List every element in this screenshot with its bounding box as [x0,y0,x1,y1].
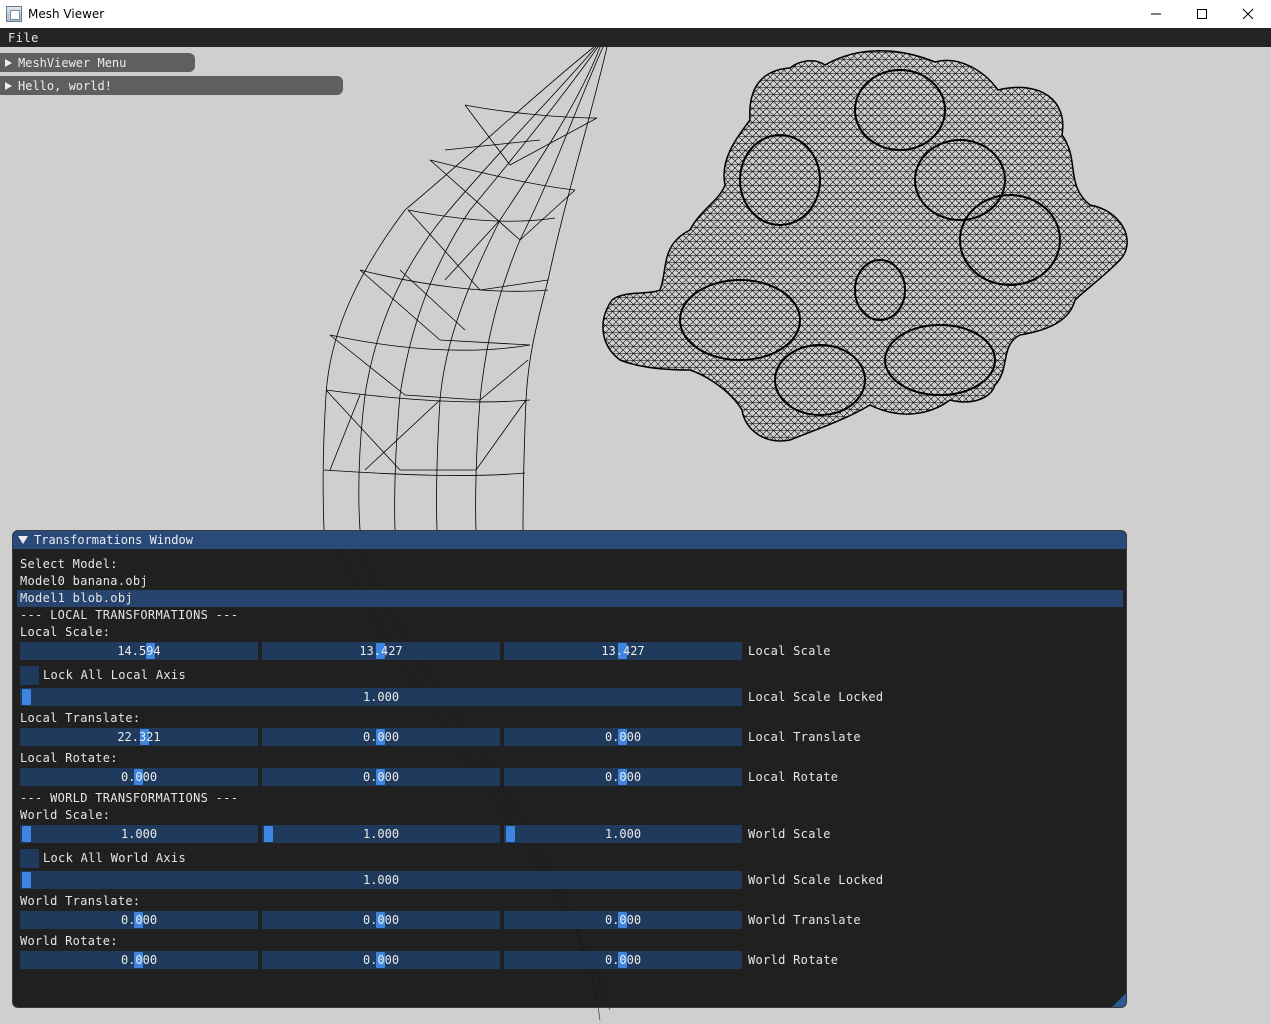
slider-grab[interactable] [22,872,31,888]
maximize-icon [1197,9,1207,19]
local-translate-label: Local Translate: [20,711,141,725]
lock-world-axis-label: Lock All World Axis [43,851,186,865]
app-icon [6,6,22,22]
world-translate-slider-label: World Translate [748,913,861,927]
world-rotate-z-slider[interactable]: 0.000 [504,951,742,969]
local-scale-label: Local Scale: [20,625,111,639]
resize-grip[interactable] [1112,993,1126,1007]
window-controls [1133,0,1271,28]
hello-world-window[interactable]: Hello, world! [0,76,343,95]
minimize-icon [1151,13,1161,15]
meshviewer-menu-title: MeshViewer Menu [18,55,127,70]
slider-grab[interactable] [506,826,515,842]
world-rotate-slider-label: World Rotate [748,953,839,967]
close-button[interactable] [1225,0,1271,28]
local-translate-y-slider[interactable]: 0.000 [262,728,500,746]
world-translate-z-slider[interactable]: 0.000 [504,911,742,929]
select-model-label: Select Model: [20,557,118,571]
close-icon [1242,8,1254,20]
local-scale-locked-slider[interactable]: 1.000 [20,688,742,706]
local-rotate-slider-label: Local Rotate [748,770,839,784]
meshviewer-menu-window[interactable]: MeshViewer Menu [0,53,195,72]
transformations-window: Transformations Window Select Model: Mod… [12,530,1127,1008]
slider-grab[interactable] [264,826,273,842]
local-rotate-z-slider[interactable]: 0.000 [504,768,742,786]
local-rotate-y-slider[interactable]: 0.000 [262,768,500,786]
local-transformations-header: --- LOCAL TRANSFORMATIONS --- [20,608,239,622]
slider-grab[interactable] [22,826,31,842]
model-list-item[interactable]: Model1 blob.obj [20,591,133,605]
window-title: Mesh Viewer [28,7,105,21]
expand-arrow-icon [5,58,12,67]
local-translate-slider-label: Local Translate [748,730,861,744]
world-scale-locked-label: World Scale Locked [748,873,884,887]
local-scale-x-slider[interactable]: 14.594 [20,642,258,660]
world-translate-label: World Translate: [20,894,141,908]
world-scale-x-slider[interactable]: 1.000 [20,825,258,843]
lock-local-axis-label: Lock All Local Axis [43,668,186,682]
lock-local-axis-checkbox[interactable] [20,666,39,685]
menu-file[interactable]: File [0,31,47,45]
local-scale-y-slider[interactable]: 13.427 [262,642,500,660]
world-scale-z-slider[interactable]: 1.000 [504,825,742,843]
collapse-arrow-icon[interactable] [18,536,28,544]
local-scale-locked-label: Local Scale Locked [748,690,884,704]
world-scale-slider-label: World Scale [748,827,831,841]
local-rotate-x-slider[interactable]: 0.000 [20,768,258,786]
world-translate-x-slider[interactable]: 0.000 [20,911,258,929]
blob-mesh [602,50,1128,442]
transformations-title: Transformations Window [34,533,193,547]
world-rotate-y-slider[interactable]: 0.000 [262,951,500,969]
world-transformations-header: --- WORLD TRANSFORMATIONS --- [20,791,239,805]
slider-grab[interactable] [22,689,31,705]
hello-world-title: Hello, world! [18,78,112,93]
local-translate-x-slider[interactable]: 22.321 [20,728,258,746]
world-rotate-label: World Rotate: [20,934,118,948]
world-translate-y-slider[interactable]: 0.000 [262,911,500,929]
world-rotate-x-slider[interactable]: 0.000 [20,951,258,969]
model-list-item-selected[interactable] [17,590,1123,607]
model-list-item[interactable]: Model0 banana.obj [20,574,148,588]
world-scale-label: World Scale: [20,808,111,822]
main-menu-bar: File [0,28,1271,47]
expand-arrow-icon [5,81,12,90]
local-scale-z-slider[interactable]: 13.427 [504,642,742,660]
transformations-title-bar[interactable]: Transformations Window [13,531,1126,549]
world-scale-locked-slider[interactable]: 1.000 [20,871,742,889]
world-scale-y-slider[interactable]: 1.000 [262,825,500,843]
lock-world-axis-checkbox[interactable] [20,849,39,868]
local-translate-z-slider[interactable]: 0.000 [504,728,742,746]
local-scale-slider-label: Local Scale [748,644,831,658]
minimize-button[interactable] [1133,0,1179,28]
window-title-bar: Mesh Viewer [0,0,1271,28]
maximize-button[interactable] [1179,0,1225,28]
local-rotate-label: Local Rotate: [20,751,118,765]
